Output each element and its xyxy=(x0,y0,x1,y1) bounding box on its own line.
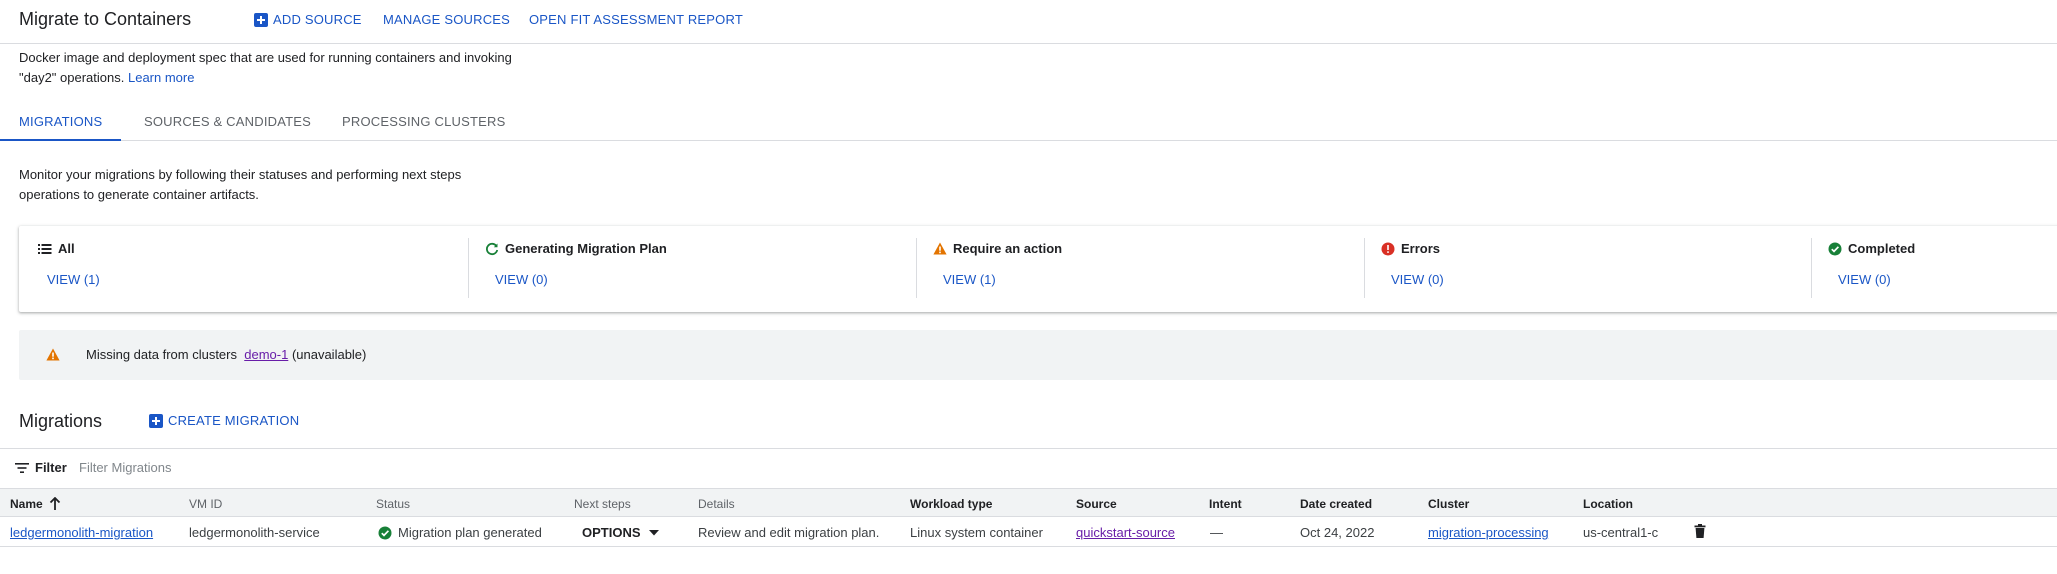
column-header-status[interactable]: Status xyxy=(376,497,410,511)
status-text: Migration plan generated xyxy=(398,525,542,540)
column-header-location[interactable]: Location xyxy=(1583,497,1633,511)
learn-more-link[interactable]: Learn more xyxy=(128,70,194,85)
intro-line-2-text: "day2" operations. xyxy=(19,70,125,85)
check-circle-icon xyxy=(1828,242,1842,255)
table-row: ledgermonolith-migration ledgermonolith-… xyxy=(0,517,2057,547)
status-summary-card: All VIEW (1) Generating Migration Plan V… xyxy=(19,226,2057,312)
add-box-icon xyxy=(254,12,268,27)
tab-migrations[interactable]: MIGRATIONS xyxy=(0,114,121,141)
add-source-button[interactable]: ADD SOURCE xyxy=(254,12,362,27)
column-header-date-created[interactable]: Date created xyxy=(1300,497,1372,511)
page-title: Migrate to Containers xyxy=(19,9,192,29)
status-completed-label: Completed xyxy=(1848,241,1916,256)
options-label: OPTIONS xyxy=(582,525,641,540)
filter-label: Filter xyxy=(35,460,67,475)
manage-sources-button[interactable]: MANAGE SOURCES xyxy=(383,12,510,27)
status-errors-label: Errors xyxy=(1401,241,1441,256)
delete-button[interactable] xyxy=(1694,524,1706,541)
status-generating: Generating Migration Plan VIEW (0) xyxy=(468,226,916,312)
refresh-icon xyxy=(486,242,499,255)
details-cell: Review and edit migration plan. xyxy=(698,525,880,540)
dropdown-arrow-icon xyxy=(648,529,659,535)
status-require-action: Require an action VIEW (1) xyxy=(916,226,1364,312)
options-dropdown-button[interactable]: OPTIONS xyxy=(582,525,659,540)
column-divider xyxy=(916,238,917,298)
warning-icon xyxy=(933,242,947,255)
error-icon xyxy=(1381,242,1395,255)
filter-button[interactable]: Filter xyxy=(15,460,67,475)
status-errors: Errors VIEW (0) xyxy=(1364,226,1812,312)
add-box-icon xyxy=(149,413,163,428)
migrations-title: Migrations xyxy=(19,411,103,431)
warning-icon xyxy=(46,348,60,361)
warning-text: Missing data from clusters demo-1 (unava… xyxy=(86,347,366,362)
tab-bar: MIGRATIONS SOURCES & CANDIDATES PROCESSI… xyxy=(0,108,2057,141)
cluster-demo-link[interactable]: demo-1 xyxy=(244,347,288,362)
status-all-label: All xyxy=(58,241,75,256)
filter-bar: Filter Filter Migrations xyxy=(0,448,2057,484)
status-cell: Migration plan generated xyxy=(378,525,542,540)
filter-icon xyxy=(15,462,29,473)
column-header-next-steps[interactable]: Next steps xyxy=(574,497,631,511)
list-icon xyxy=(38,243,52,254)
intent-cell: — xyxy=(1210,525,1223,540)
workload-type-cell: Linux system container xyxy=(910,525,1043,540)
table-header: Name VM ID Status Next steps Details Wor… xyxy=(0,488,2057,517)
source-link[interactable]: quickstart-source xyxy=(1076,525,1175,540)
column-header-name-label: Name xyxy=(10,497,43,511)
column-header-details[interactable]: Details xyxy=(698,497,735,511)
tab-sources-candidates[interactable]: SOURCES & CANDIDATES xyxy=(144,114,311,141)
add-source-label: ADD SOURCE xyxy=(273,12,362,27)
status-completed: Completed VIEW (0) xyxy=(1811,226,2057,312)
open-fit-assessment-button[interactable]: OPEN FIT ASSESSMENT REPORT xyxy=(529,12,743,27)
tab-processing-clusters[interactable]: PROCESSING CLUSTERS xyxy=(342,114,505,141)
create-migration-button[interactable]: CREATE MIGRATION xyxy=(149,413,299,428)
warning-suffix: (unavailable) xyxy=(291,347,367,362)
location-cell: us-central1-c xyxy=(1583,525,1659,540)
intro-line-1: Docker image and deployment spec that ar… xyxy=(19,50,512,65)
monitor-description: Monitor your migrations by following the… xyxy=(19,165,461,205)
column-divider xyxy=(1811,238,1812,298)
top-bar: Migrate to Containers ADD SOURCE MANAGE … xyxy=(0,0,2057,44)
column-divider xyxy=(468,238,469,298)
view-all-link[interactable]: VIEW (1) xyxy=(47,272,100,287)
check-circle-icon xyxy=(378,526,392,539)
column-divider xyxy=(1364,238,1365,298)
view-require-action-link[interactable]: VIEW (1) xyxy=(943,272,996,287)
arrow-up-icon xyxy=(49,497,60,510)
intro-line-2: "day2" operations. Learn more xyxy=(19,68,194,88)
view-errors-link[interactable]: VIEW (0) xyxy=(1391,272,1444,287)
status-require-action-label: Require an action xyxy=(953,241,1063,256)
column-header-name[interactable]: Name xyxy=(10,497,61,511)
view-completed-link[interactable]: VIEW (0) xyxy=(1838,272,1891,287)
cluster-link[interactable]: migration-processing xyxy=(1428,525,1549,540)
column-header-cluster[interactable]: Cluster xyxy=(1428,497,1469,511)
monitor-line-2: operations to generate container artifac… xyxy=(19,187,259,202)
column-header-workload-type[interactable]: Workload type xyxy=(910,497,992,511)
vm-id-cell: ledgermonolith-service xyxy=(189,525,320,540)
trash-icon xyxy=(1694,524,1706,538)
filter-migrations-input[interactable]: Filter Migrations xyxy=(79,460,171,475)
status-all: All VIEW (1) xyxy=(19,226,467,312)
column-header-intent[interactable]: Intent xyxy=(1209,497,1242,511)
missing-data-warning: Missing data from clusters demo-1 (unava… xyxy=(19,330,2057,380)
status-generating-label: Generating Migration Plan xyxy=(505,241,667,256)
warning-prefix: Missing data from clusters xyxy=(86,347,237,362)
create-migration-label: CREATE MIGRATION xyxy=(168,413,300,428)
column-header-source[interactable]: Source xyxy=(1076,497,1117,511)
monitor-line-1: Monitor your migrations by following the… xyxy=(19,167,462,182)
date-created-cell: Oct 24, 2022 xyxy=(1300,525,1375,540)
migration-name-link[interactable]: ledgermonolith-migration xyxy=(10,525,153,540)
view-generating-link[interactable]: VIEW (0) xyxy=(495,272,548,287)
column-header-vm-id[interactable]: VM ID xyxy=(189,497,222,511)
